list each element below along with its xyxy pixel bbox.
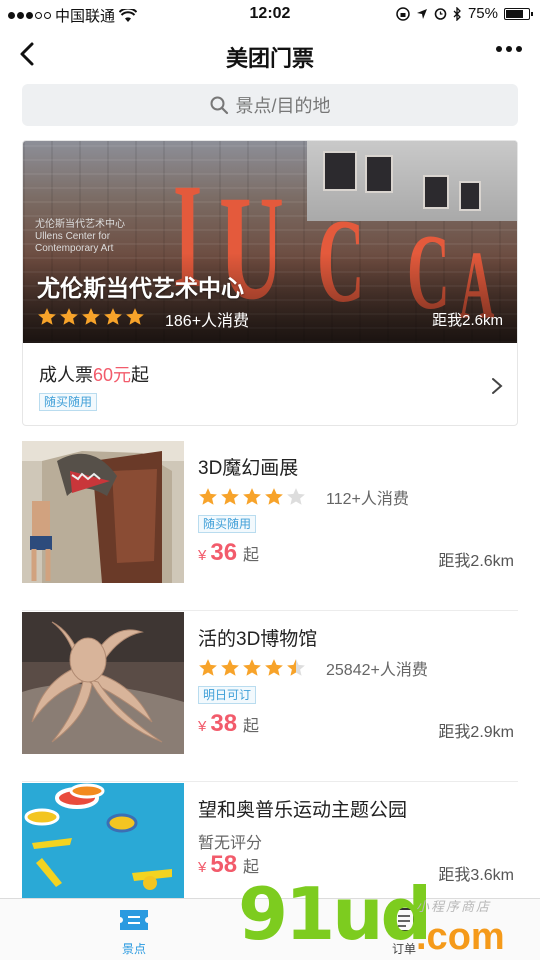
item-distance: 距我2.9km: [438, 724, 514, 741]
tab-bar: 景点 订单: [0, 898, 540, 960]
star-icon: [38, 308, 56, 325]
item-tag: 随买随用: [198, 515, 257, 533]
featured-name: 尤伦斯当代艺术中心: [37, 275, 244, 301]
ticket-row[interactable]: 成人票60元起 随买随用: [23, 343, 517, 425]
item-price: ¥38 起: [198, 710, 260, 737]
ticket-price: 60元: [93, 365, 132, 385]
item-rating: [198, 487, 306, 507]
battery-percent: 75%: [467, 5, 498, 22]
bluetooth-icon: [453, 6, 461, 21]
featured-photo: I U C C A 尤伦斯当代艺术中心 Ullens Center for Co…: [23, 141, 517, 343]
order-list-icon: [393, 908, 415, 932]
star-icon: [104, 308, 122, 325]
star-icon: [199, 488, 217, 505]
nav-bar: 美团门票: [0, 28, 540, 80]
star-icon: [265, 488, 283, 505]
ticket-tag: 随买随用: [39, 393, 98, 411]
ticket-price-label: 成人票60元起: [39, 365, 150, 385]
tab-scenic-label: 景点: [121, 942, 146, 956]
star-icon: [265, 659, 283, 676]
star-icon: [82, 308, 100, 325]
rotation-lock-icon: [396, 6, 410, 21]
list-item[interactable]: 3D魔幻画展 112+人消费 随买随用 ¥36 起 距我2.6km: [0, 441, 540, 611]
featured-attraction-card[interactable]: I U C C A 尤伦斯当代艺术中心 Ullens Center for Co…: [22, 140, 518, 426]
star-icon: [60, 308, 78, 325]
building-sign: 尤伦斯当代艺术中心 Ullens Center for Contemporary…: [35, 219, 125, 254]
item-photo: [22, 612, 184, 754]
featured-consumers: 186+人消费: [165, 313, 250, 330]
star-icon: [243, 488, 261, 505]
featured-distance: 距我2.6km: [432, 312, 503, 329]
item-consumers: 112+人消费: [326, 491, 409, 508]
item-distance: 距我3.6km: [438, 867, 514, 884]
tab-orders[interactable]: 订单: [374, 907, 434, 957]
item-tag: 明日可订: [198, 686, 257, 704]
star-icon: [243, 659, 261, 676]
tab-orders-label: 订单: [391, 942, 416, 956]
page-title: 美团门票: [225, 46, 314, 71]
item-name: 活的3D博物馆: [198, 629, 318, 650]
list-item[interactable]: 活的3D博物馆 25842+人消费 明日可订 ¥38 起 距我2.9km: [0, 612, 540, 782]
battery-icon: [504, 7, 533, 20]
star-icon: [126, 308, 144, 325]
featured-rating: [37, 307, 145, 327]
star-icon: [287, 488, 305, 505]
search-placeholder: 景点/目的地: [235, 96, 331, 116]
alarm-icon: [434, 8, 447, 20]
item-rating: [198, 658, 306, 678]
tab-scenic[interactable]: 景点: [104, 907, 164, 957]
star-icon: [199, 659, 217, 676]
item-consumers: 25842+人消费: [326, 662, 428, 679]
star-icon: [221, 488, 239, 505]
more-options-button[interactable]: [496, 46, 522, 52]
item-rating-text: 暂无评分: [198, 835, 263, 852]
search-icon: [210, 96, 229, 115]
star-icon: [221, 659, 239, 676]
location-arrow-icon: [416, 8, 427, 19]
search-input[interactable]: 景点/目的地: [22, 84, 518, 126]
item-name: 望和奥普乐运动主题公园: [198, 800, 408, 821]
item-price: ¥58 起: [198, 851, 260, 878]
item-name: 3D魔幻画展: [198, 458, 299, 479]
star-icon: [287, 659, 305, 676]
chevron-right-icon: [492, 378, 503, 394]
status-bar: 中国联通 12:02 75%: [0, 0, 540, 28]
item-price: ¥36 起: [198, 539, 260, 566]
item-photo: [22, 783, 184, 898]
ticket-icon: [120, 910, 148, 930]
item-distance: 距我2.6km: [438, 553, 514, 570]
item-photo: [22, 441, 184, 583]
